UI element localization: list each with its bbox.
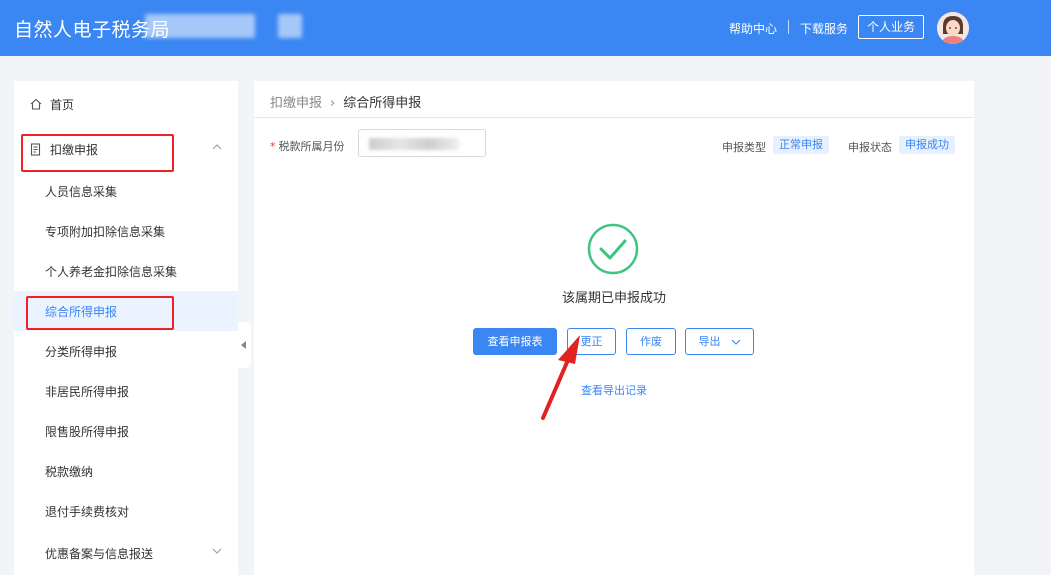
view-report-button[interactable]: 查看申报表 bbox=[473, 328, 557, 355]
export-button[interactable]: 导出 bbox=[685, 328, 754, 355]
download-service-link[interactable]: 下载服务 bbox=[800, 20, 848, 37]
sidebar-item-label: 优惠备案与信息报送 bbox=[45, 547, 154, 561]
breadcrumb-parent[interactable]: 扣缴申报 bbox=[270, 96, 322, 111]
tax-month-input[interactable] bbox=[358, 129, 486, 157]
header-divider bbox=[788, 20, 789, 34]
breadcrumb-separator: › bbox=[330, 96, 336, 111]
sidebar-item-tax-payment[interactable]: 税款缴纳 bbox=[14, 451, 238, 491]
sidebar-item-label: 个人养老金扣除信息采集 bbox=[45, 265, 178, 279]
export-record-link-row: 查看导出记录 bbox=[254, 382, 974, 398]
redacted-value bbox=[369, 138, 459, 150]
chevron-down-icon bbox=[212, 548, 222, 554]
sidebar-item-pension-deduction[interactable]: 个人养老金扣除信息采集 bbox=[14, 251, 238, 291]
sidebar-item-preferential-filing[interactable]: 优惠备案与信息报送 bbox=[14, 533, 238, 573]
sidebar-item-label: 综合所得申报 bbox=[45, 305, 118, 319]
sidebar-item-special-deduction[interactable]: 专项附加扣除信息采集 bbox=[14, 211, 238, 251]
sidebar-item-classified-income[interactable]: 分类所得申报 bbox=[14, 331, 238, 371]
breadcrumb: 扣缴申报 › 综合所得申报 bbox=[270, 92, 421, 111]
declare-status-badge: 申报成功 bbox=[899, 136, 955, 154]
tax-month-label-text: 税款所属月份 bbox=[278, 140, 345, 153]
declare-type-label: 申报类型 bbox=[722, 141, 766, 154]
export-button-label: 导出 bbox=[698, 335, 721, 348]
view-export-record-link[interactable]: 查看导出记录 bbox=[581, 384, 647, 397]
declare-status-label: 申报状态 bbox=[848, 141, 892, 154]
sidebar-item-label: 限售股所得申报 bbox=[45, 425, 130, 439]
sidebar-item-label: 专项附加扣除信息采集 bbox=[45, 225, 166, 239]
sidebar-item-label: 人员信息采集 bbox=[45, 185, 118, 199]
declare-type-badge: 正常申报 bbox=[773, 136, 829, 154]
chevron-up-icon bbox=[212, 144, 222, 150]
required-mark: * bbox=[270, 140, 276, 153]
redacted-region bbox=[145, 14, 255, 38]
sidebar-item-label: 首页 bbox=[50, 98, 75, 112]
tax-month-label: * 税款所属月份 bbox=[270, 138, 345, 154]
document-icon bbox=[30, 143, 41, 156]
redacted-region bbox=[278, 14, 302, 38]
home-icon bbox=[30, 98, 42, 110]
sidebar-collapse-handle[interactable] bbox=[238, 322, 251, 368]
sidebar-item-label: 非居民所得申报 bbox=[45, 385, 130, 399]
breadcrumb-current: 综合所得申报 bbox=[343, 96, 422, 111]
correct-button[interactable]: 更正 bbox=[567, 328, 616, 355]
sidebar-item-home[interactable]: 首页 bbox=[14, 84, 238, 124]
success-check-icon bbox=[587, 223, 639, 275]
avatar-icon bbox=[937, 12, 969, 44]
sidebar-item-label: 扣缴申报 bbox=[50, 143, 99, 157]
chevron-down-icon bbox=[731, 339, 740, 345]
success-message: 该属期已申报成功 bbox=[561, 291, 666, 306]
help-center-link[interactable]: 帮助中心 bbox=[729, 20, 777, 37]
sidebar-item-fee-refund[interactable]: 退付手续费核对 bbox=[14, 491, 238, 531]
sidebar-item-label: 税款缴纳 bbox=[45, 465, 94, 479]
sidebar: 首页 扣缴申报 人员信息采集 专项附加扣除信息采集 个人养老金扣除信息采集 综合… bbox=[14, 81, 238, 575]
top-header: 自然人电子税务局 帮助中心 下载服务 个人业务 bbox=[0, 0, 1051, 56]
personal-business-button[interactable]: 个人业务 bbox=[858, 15, 924, 39]
sidebar-item-personnel-info[interactable]: 人员信息采集 bbox=[14, 171, 238, 211]
sidebar-item-withholding-declaration[interactable]: 扣缴申报 bbox=[14, 129, 238, 169]
sidebar-item-nonresident-income[interactable]: 非居民所得申报 bbox=[14, 371, 238, 411]
sidebar-item-comprehensive-income[interactable]: 综合所得申报 bbox=[14, 291, 238, 331]
main-panel: 扣缴申报 › 综合所得申报 * 税款所属月份 申报类型 正常申报 申报状态 申报成功 … bbox=[254, 81, 974, 575]
sidebar-item-label: 分类所得申报 bbox=[45, 345, 118, 359]
sidebar-item-label: 退付手续费核对 bbox=[45, 505, 130, 519]
user-avatar[interactable] bbox=[937, 12, 969, 44]
header-divider bbox=[254, 117, 974, 118]
sidebar-item-restricted-stock[interactable]: 限售股所得申报 bbox=[14, 411, 238, 451]
void-button[interactable]: 作废 bbox=[626, 328, 676, 355]
